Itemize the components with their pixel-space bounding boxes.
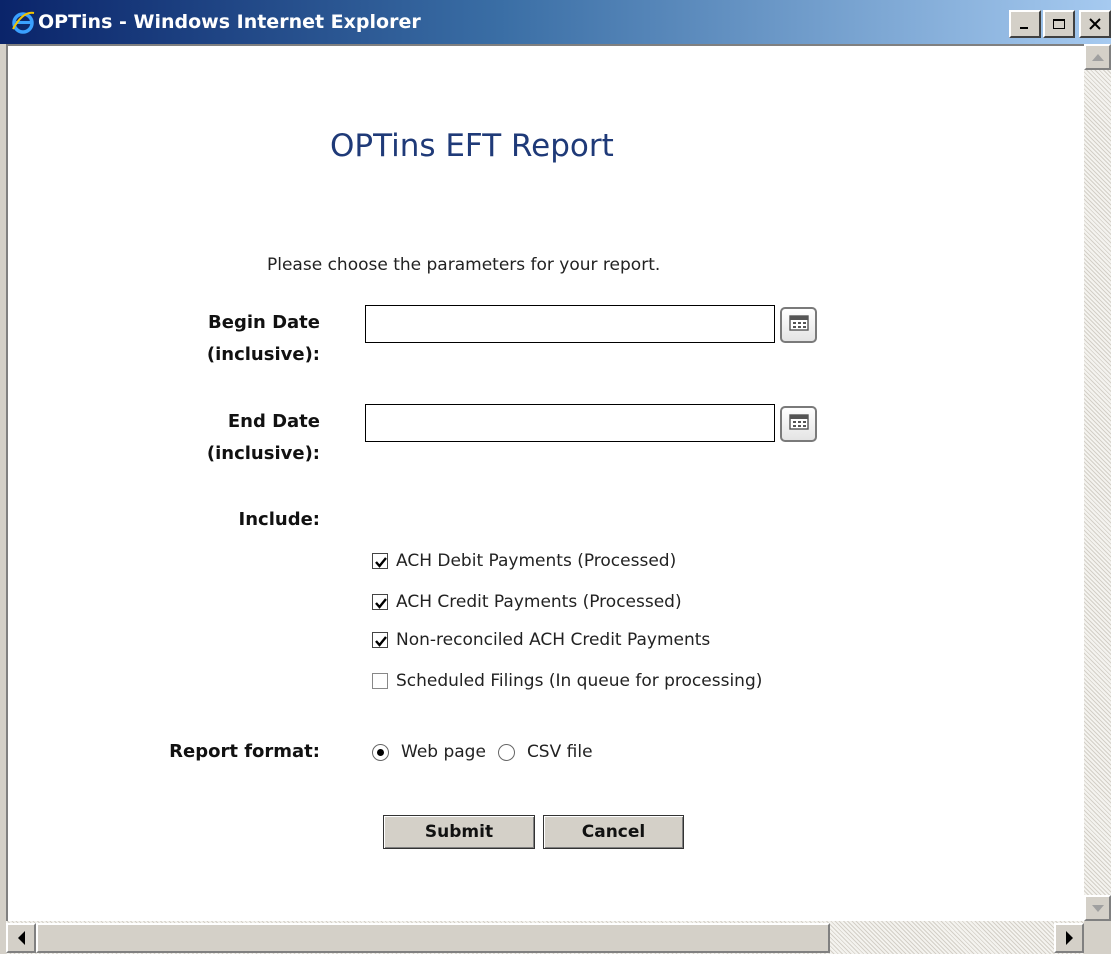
include-option-label: Non-reconciled ACH Credit Payments xyxy=(396,630,711,650)
begin-date-label: Begin Date (inclusive): xyxy=(206,312,320,365)
cancel-button[interactable]: Cancel xyxy=(543,815,684,849)
include-option-ach-credit[interactable]: ACH Credit Payments (Processed) xyxy=(372,590,682,614)
title-bar: OPTins - Windows Internet Explorer xyxy=(0,0,1111,44)
include-option-ach-debit[interactable]: ACH Debit Payments (Processed) xyxy=(372,549,676,573)
close-icon xyxy=(1088,15,1102,34)
include-option-label: ACH Debit Payments (Processed) xyxy=(396,551,677,571)
window-title: OPTins - Windows Internet Explorer xyxy=(38,11,421,33)
checkbox-checked[interactable] xyxy=(372,632,388,648)
horizontal-scrollbar[interactable] xyxy=(6,921,1084,954)
radio-csv-file-label: CSV file xyxy=(526,742,593,762)
calendar-icon xyxy=(788,314,809,336)
maximize-button[interactable] xyxy=(1043,10,1075,38)
instructions-text: Please choose the parameters for your re… xyxy=(267,255,661,275)
scroll-up-button[interactable] xyxy=(1084,44,1111,70)
vertical-scrollbar[interactable] xyxy=(1084,44,1111,921)
include-option-label: Scheduled Filings (In queue for processi… xyxy=(396,671,763,691)
close-button[interactable] xyxy=(1079,10,1111,38)
report-format-options: Web page CSV file xyxy=(372,740,605,764)
end-date-input[interactable] xyxy=(365,404,775,442)
begin-date-input[interactable] xyxy=(365,305,775,343)
minimize-icon xyxy=(1018,15,1032,34)
browser-window: OPTins - Windows Internet Explorer OPTin… xyxy=(0,0,1111,954)
include-label: Include: xyxy=(238,509,320,530)
scroll-left-button[interactable] xyxy=(6,923,36,953)
arrow-down-icon xyxy=(1091,904,1104,912)
arrow-left-icon xyxy=(17,931,25,945)
checkbox-unchecked[interactable] xyxy=(372,673,388,689)
include-option-non-reconciled[interactable]: Non-reconciled ACH Credit Payments xyxy=(372,628,710,652)
begin-date-calendar-button[interactable] xyxy=(780,307,817,343)
scroll-down-button[interactable] xyxy=(1084,895,1111,921)
ie-icon xyxy=(10,9,36,35)
end-date-calendar-button[interactable] xyxy=(780,406,817,442)
page-title: OPTins EFT Report xyxy=(330,128,614,164)
calendar-icon xyxy=(788,413,809,435)
horizontal-scroll-thumb[interactable] xyxy=(36,923,830,953)
maximize-icon xyxy=(1052,15,1066,34)
arrow-right-icon xyxy=(1065,931,1073,945)
page-content xyxy=(6,44,1084,921)
end-date-label: End Date (inclusive): xyxy=(206,411,320,464)
checkbox-checked[interactable] xyxy=(372,594,388,610)
submit-button[interactable]: Submit xyxy=(383,815,535,849)
arrow-up-icon xyxy=(1091,53,1104,61)
include-option-scheduled-filings[interactable]: Scheduled Filings (In queue for processi… xyxy=(372,669,762,693)
checkbox-checked[interactable] xyxy=(372,553,388,569)
scrollbar-corner xyxy=(1084,921,1111,954)
radio-web-page-label: Web page xyxy=(401,742,486,762)
include-option-label: ACH Credit Payments (Processed) xyxy=(396,592,682,612)
scroll-right-button[interactable] xyxy=(1054,923,1084,953)
radio-web-page[interactable] xyxy=(372,743,389,761)
report-format-label: Report format: xyxy=(169,741,320,762)
radio-csv-file[interactable] xyxy=(497,743,515,761)
minimize-button[interactable] xyxy=(1009,10,1041,38)
